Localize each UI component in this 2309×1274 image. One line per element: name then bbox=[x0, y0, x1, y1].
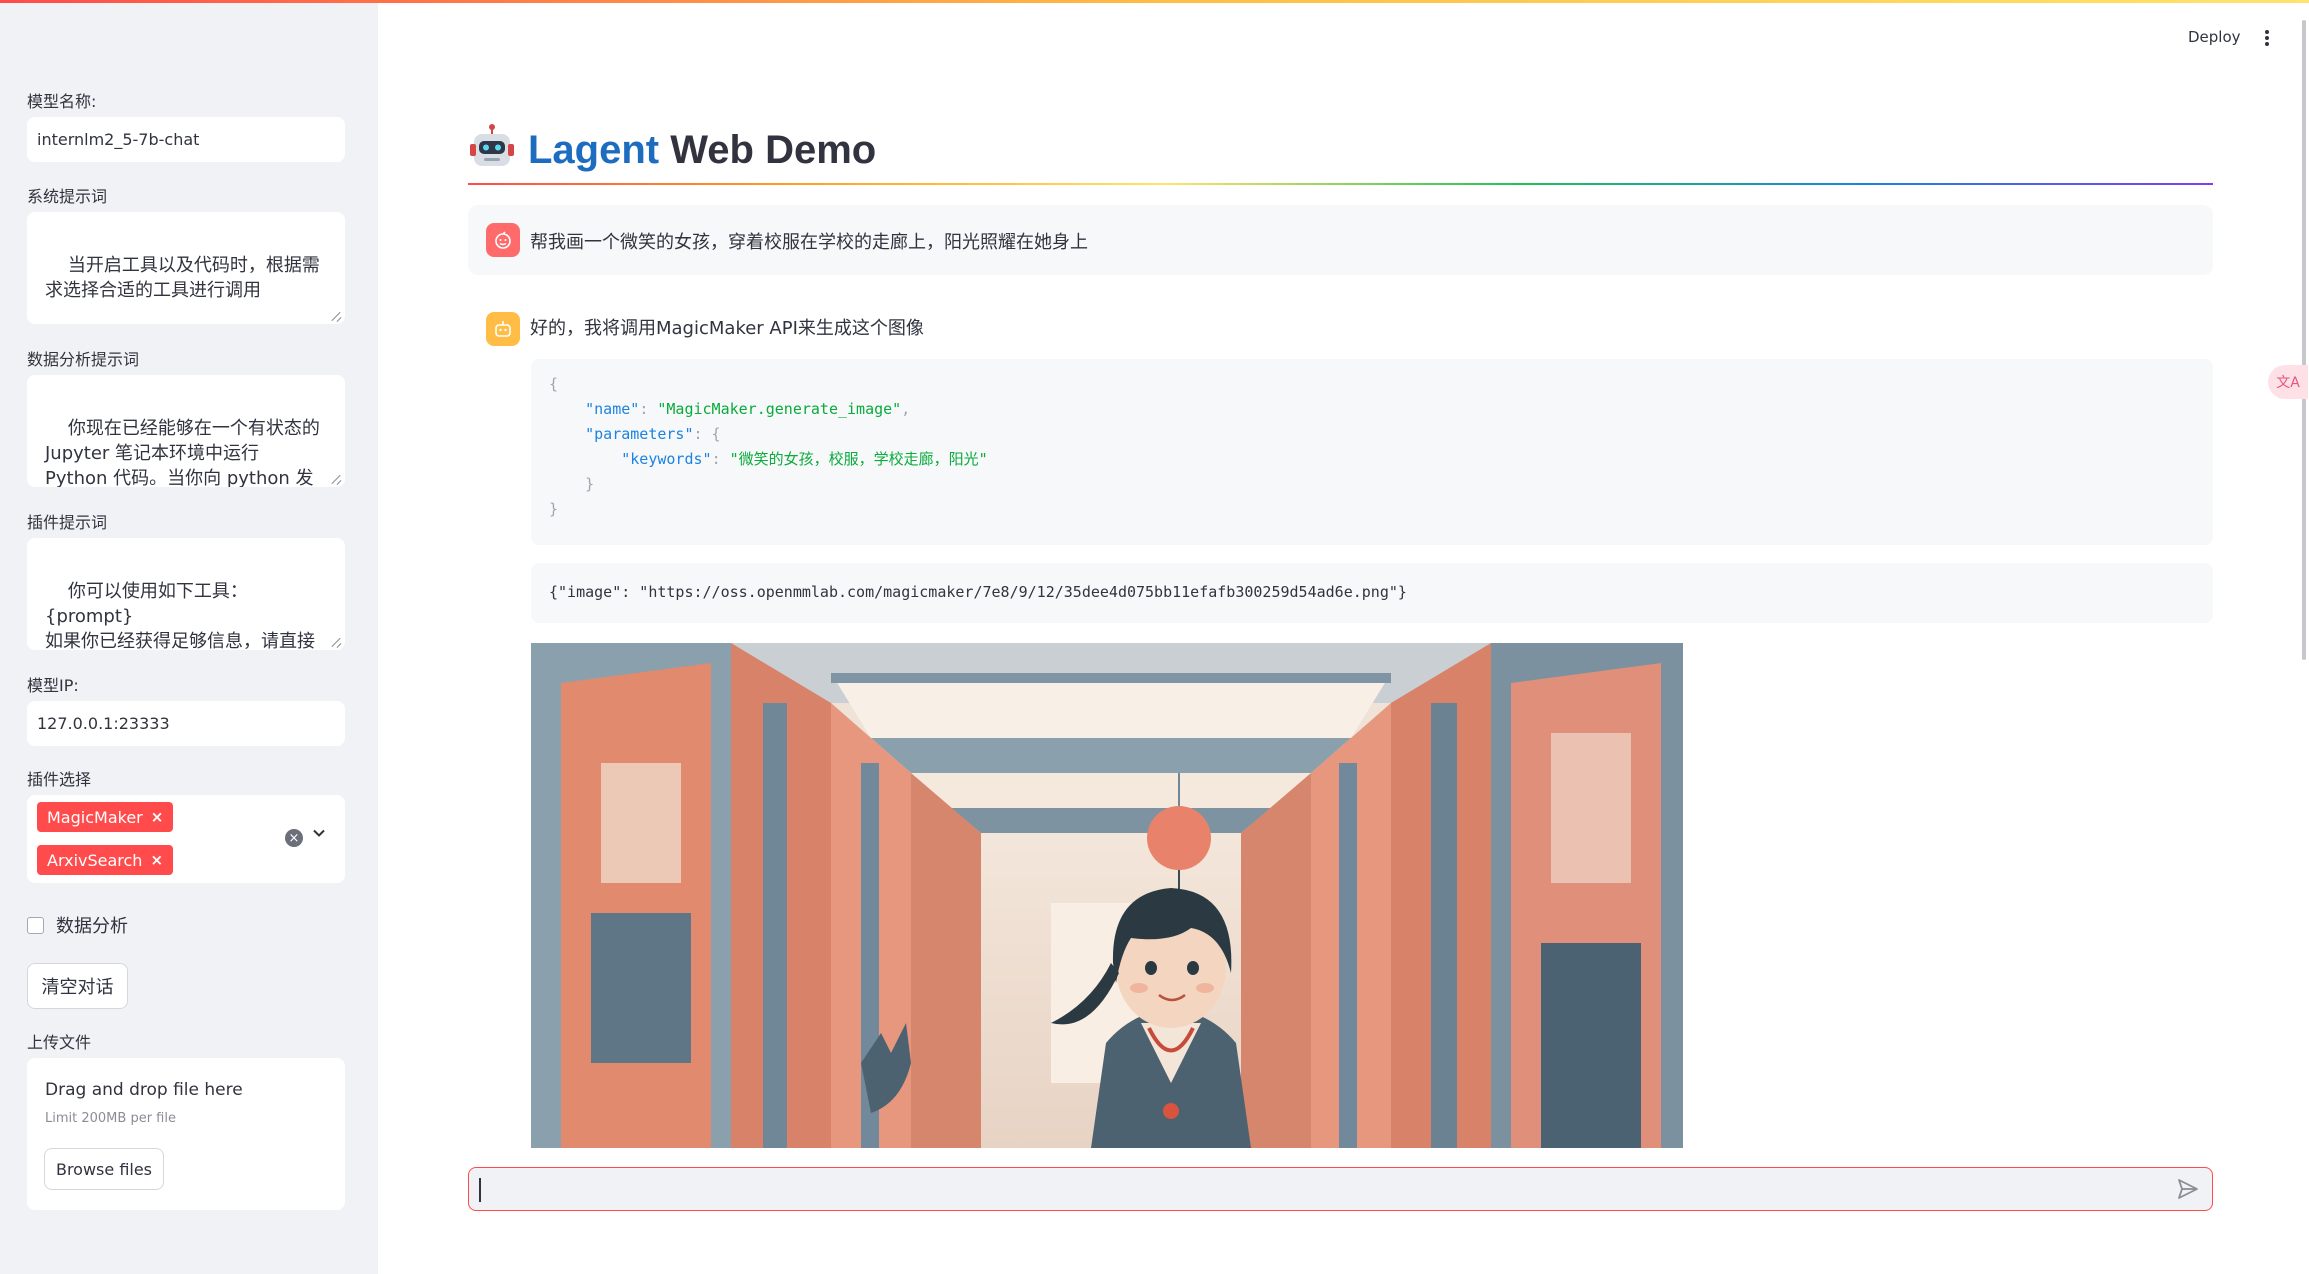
clear-all-icon[interactable]: × bbox=[285, 829, 303, 847]
system-prompt-textarea[interactable]: 当开启工具以及代码时，根据需求选择合适的工具进行调用 bbox=[27, 212, 345, 324]
tool-result-block: {"image": "https://oss.openmmlab.com/mag… bbox=[531, 563, 2213, 623]
model-name-input[interactable]: internlm2_5-7b-chat bbox=[27, 117, 345, 162]
code-keywords-value: "微笑的女孩，校服，学校走廊，阳光" bbox=[729, 450, 988, 468]
data-analysis-prompt-text: 你现在已经能够在一个有状态的 Jupyter 笔记本环境中运行 Python 代… bbox=[45, 418, 320, 487]
resize-handle-icon[interactable] bbox=[332, 474, 342, 484]
chevron-down-icon[interactable] bbox=[312, 825, 326, 844]
model-name-label: 模型名称: bbox=[27, 92, 97, 111]
assistant-avatar-icon bbox=[486, 312, 520, 346]
code-name-key: "name" bbox=[585, 400, 640, 418]
data-analysis-checkbox[interactable] bbox=[27, 916, 44, 934]
sidebar: 模型名称: internlm2_5-7b-chat 系统提示词 当开启工具以及代… bbox=[0, 0, 378, 1274]
page-title: Lagent Web Demo bbox=[528, 128, 876, 173]
assistant-message-text: 好的，我将调用MagicMaker API来生成这个图像 bbox=[530, 318, 924, 339]
title-divider bbox=[468, 183, 2213, 185]
resize-handle-icon[interactable] bbox=[332, 311, 342, 321]
page-scrollbar[interactable] bbox=[2302, 20, 2306, 660]
generated-image[interactable] bbox=[531, 643, 1683, 1148]
data-analysis-prompt-textarea[interactable]: 你现在已经能够在一个有状态的 Jupyter 笔记本环境中运行 Python 代… bbox=[27, 375, 345, 487]
page-title-row: Lagent Web Demo bbox=[468, 124, 876, 176]
plugin-select-label: 插件选择 bbox=[27, 770, 92, 789]
deploy-button[interactable]: Deploy bbox=[2188, 28, 2241, 46]
system-prompt-text: 当开启工具以及代码时，根据需求选择合适的工具进行调用 bbox=[45, 255, 320, 301]
plugin-tag-arxivsearch[interactable]: ArxivSearch × bbox=[37, 845, 174, 875]
title-rest: Web Demo bbox=[670, 127, 877, 172]
more-menu-icon[interactable] bbox=[2260, 28, 2274, 48]
code-params-key: "parameters" bbox=[585, 425, 694, 443]
data-analysis-prompt-label: 数据分析提示词 bbox=[27, 350, 140, 369]
plugin-tag-label: ArxivSearch bbox=[47, 850, 143, 870]
model-ip-input[interactable]: 127.0.0.1:23333 bbox=[27, 701, 345, 746]
data-analysis-label: 数据分析 bbox=[56, 916, 128, 937]
upload-limit-text: Limit 200MB per file bbox=[45, 1111, 176, 1126]
send-icon[interactable] bbox=[2176, 1177, 2200, 1205]
plugin-prompt-label: 插件提示词 bbox=[27, 513, 108, 532]
remove-tag-icon[interactable]: × bbox=[151, 808, 164, 826]
data-analysis-checkbox-row[interactable]: 数据分析 bbox=[27, 912, 128, 938]
code-name-value: "MagicMaker.generate_image" bbox=[657, 400, 902, 418]
clear-chat-button[interactable]: 清空对话 bbox=[27, 963, 128, 1009]
upload-label: 上传文件 bbox=[27, 1033, 92, 1052]
title-accent: Lagent bbox=[528, 127, 660, 172]
file-uploader[interactable]: Drag and drop file here Limit 200MB per … bbox=[27, 1058, 345, 1210]
browse-files-button[interactable]: Browse files bbox=[44, 1148, 164, 1190]
text-caret bbox=[479, 1178, 481, 1202]
chat-input[interactable] bbox=[468, 1167, 2213, 1211]
resize-handle-icon[interactable] bbox=[332, 637, 342, 647]
translate-icon[interactable]: 文A bbox=[2268, 365, 2308, 399]
plugin-tag-magicmaker[interactable]: MagicMaker × bbox=[37, 802, 174, 832]
code-keywords-key: "keywords" bbox=[621, 450, 712, 468]
user-message-text: 帮我画一个微笑的女孩，穿着校服在学校的走廊上，阳光照耀在她身上 bbox=[530, 232, 1088, 253]
plugin-prompt-text: 你可以使用如下工具： {prompt} 如果你已经获得足够信息，请直接给出答案.… bbox=[45, 581, 315, 650]
upload-drop-text: Drag and drop file here bbox=[45, 1080, 243, 1100]
remove-tag-icon[interactable]: × bbox=[150, 851, 163, 869]
plugin-multiselect[interactable]: MagicMaker × ArxivSearch × × bbox=[27, 795, 345, 883]
robot-icon bbox=[468, 124, 516, 176]
plugin-tag-label: MagicMaker bbox=[47, 807, 143, 827]
user-avatar-icon bbox=[486, 223, 520, 257]
top-decoration-bar bbox=[0, 0, 2309, 3]
user-message: 帮我画一个微笑的女孩，穿着校服在学校的走廊上，阳光照耀在她身上 bbox=[468, 205, 2213, 275]
plugin-prompt-textarea[interactable]: 你可以使用如下工具： {prompt} 如果你已经获得足够信息，请直接给出答案.… bbox=[27, 538, 345, 650]
system-prompt-label: 系统提示词 bbox=[27, 187, 108, 206]
tool-call-code-block: { "name": "MagicMaker.generate_image", "… bbox=[531, 359, 2213, 545]
model-ip-label: 模型IP: bbox=[27, 676, 79, 695]
